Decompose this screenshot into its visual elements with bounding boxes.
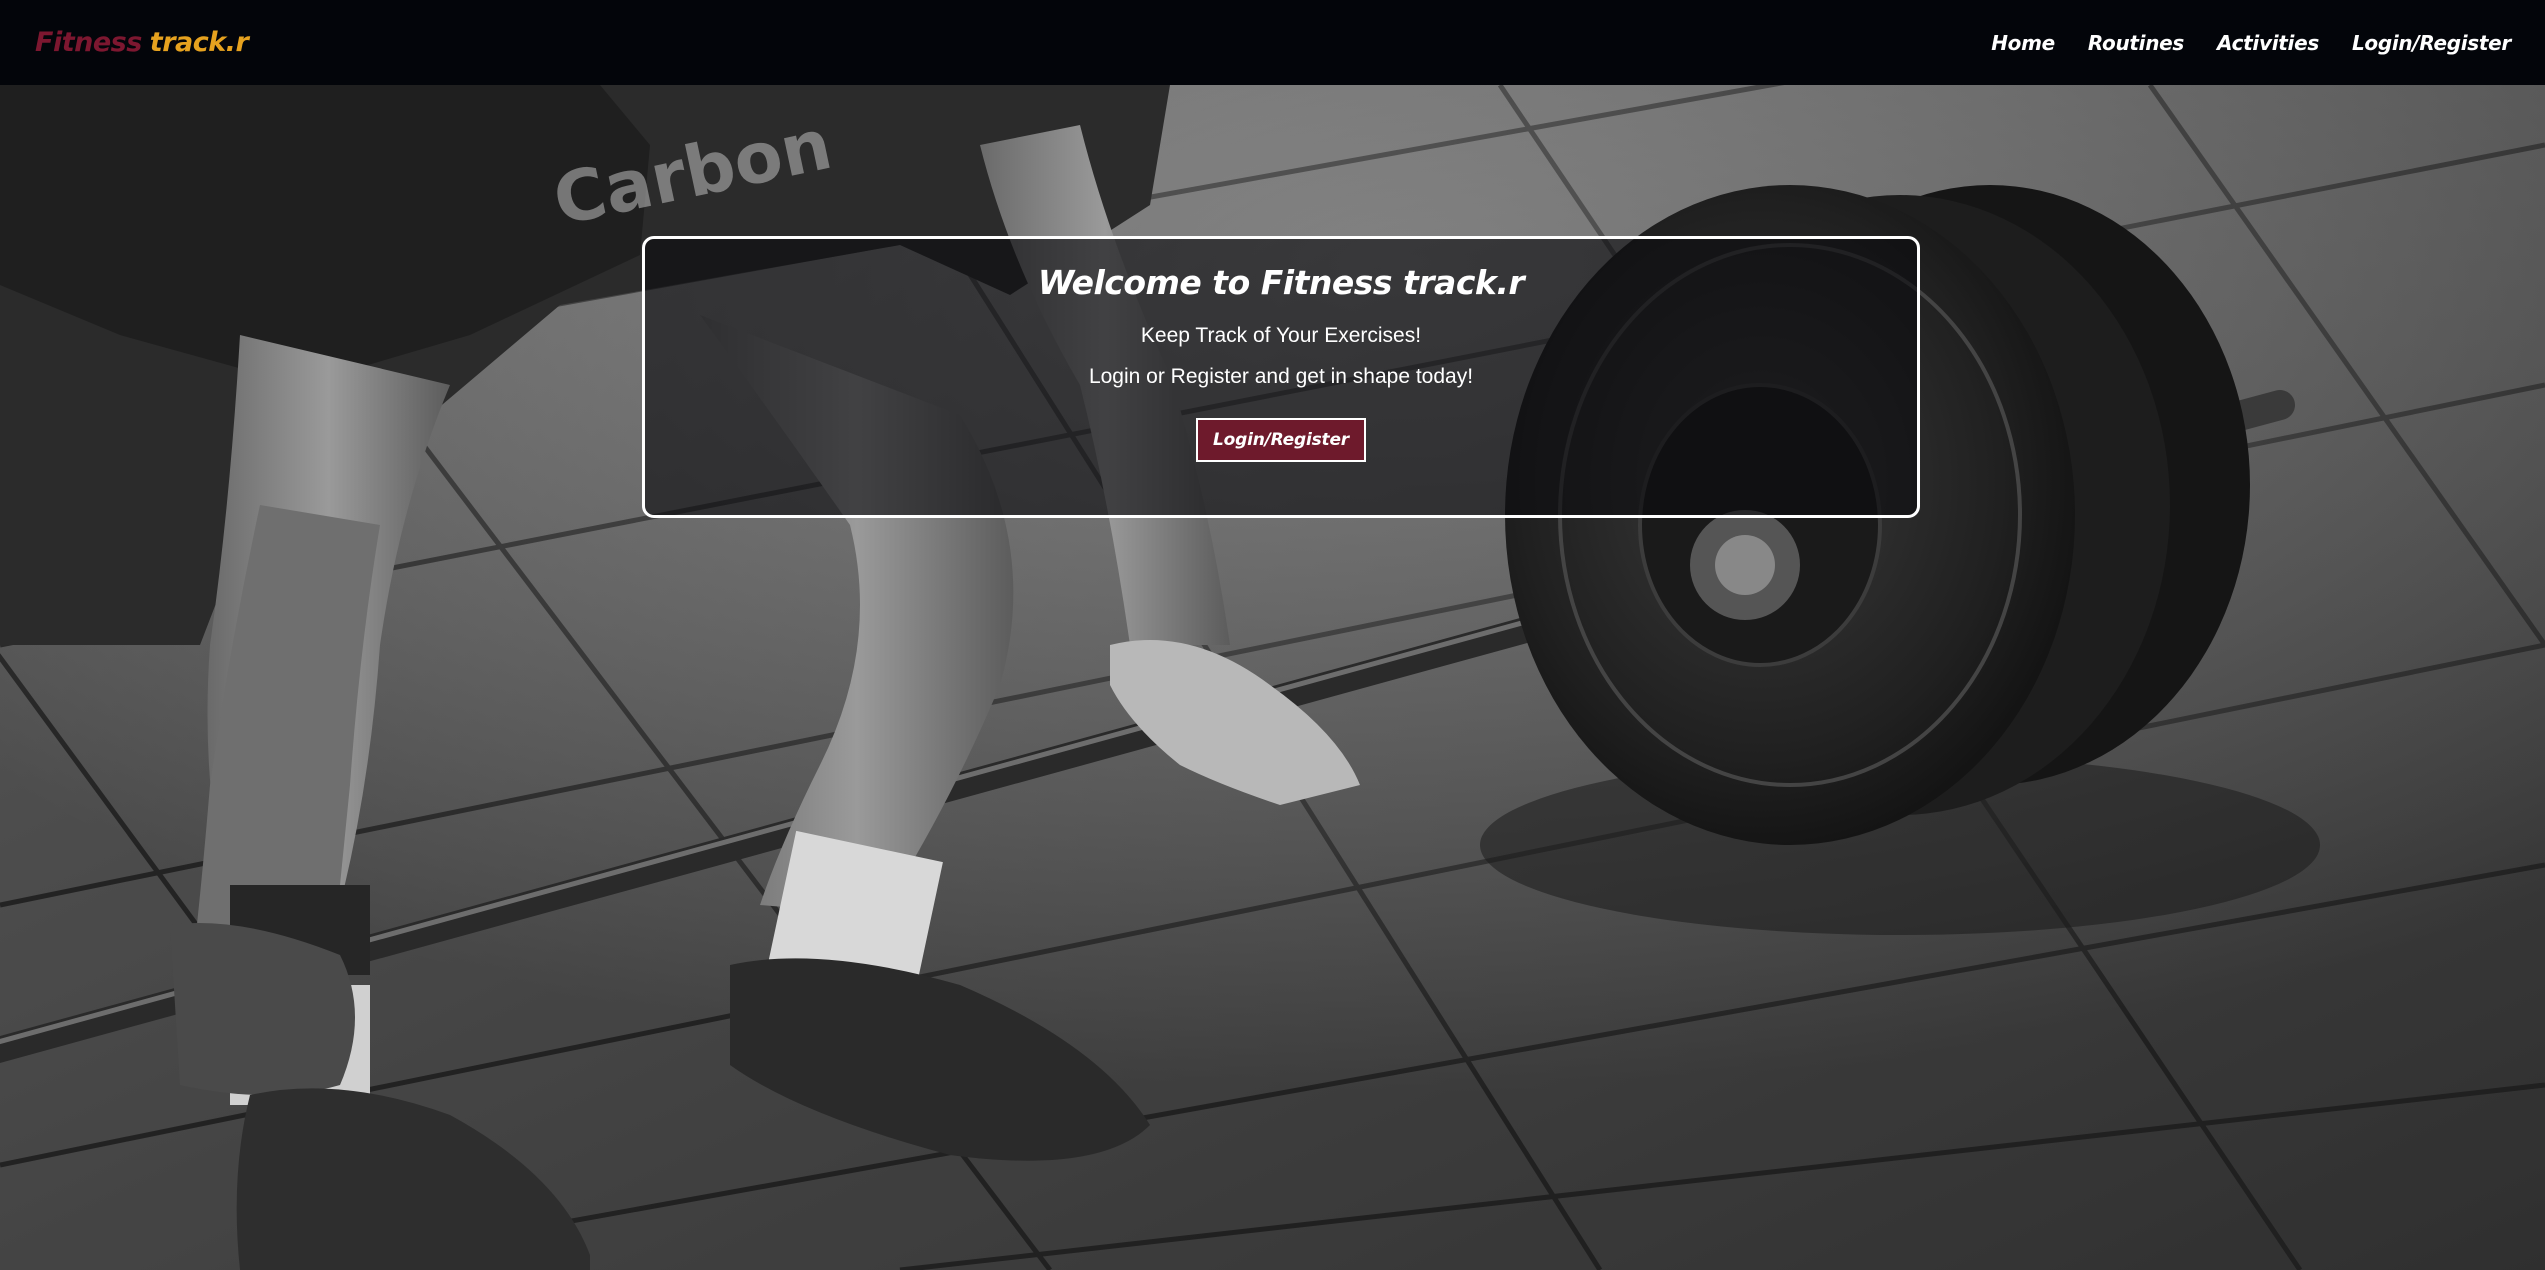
brand-part-fitness: Fitness [35, 27, 142, 58]
welcome-subtitle-cta-text: Login or Register and get in shape today… [1088, 365, 1474, 388]
welcome-title: Welcome to Fitness track.r [1037, 263, 1525, 302]
brand-logo[interactable]: Fitness track.r [35, 27, 249, 58]
nav-link-home[interactable]: Home [1991, 31, 2055, 55]
top-navbar: Fitness track.r Home Routines Activities… [0, 0, 2545, 85]
nav-links: Home Routines Activities Login/Register [1991, 31, 2511, 55]
nav-link-activities[interactable]: Activities [2217, 31, 2319, 55]
welcome-card: Welcome to Fitness track.r Keep Track of… [642, 236, 1920, 518]
brand-part-trackr: track.r [149, 27, 249, 58]
nav-link-routines[interactable]: Routines [2088, 31, 2184, 55]
welcome-subtitle: Keep Track of Your Exercises! [1140, 324, 1422, 347]
nav-link-login-register[interactable]: Login/Register [2352, 31, 2511, 55]
login-register-button[interactable]: Login/Register [1196, 418, 1366, 462]
